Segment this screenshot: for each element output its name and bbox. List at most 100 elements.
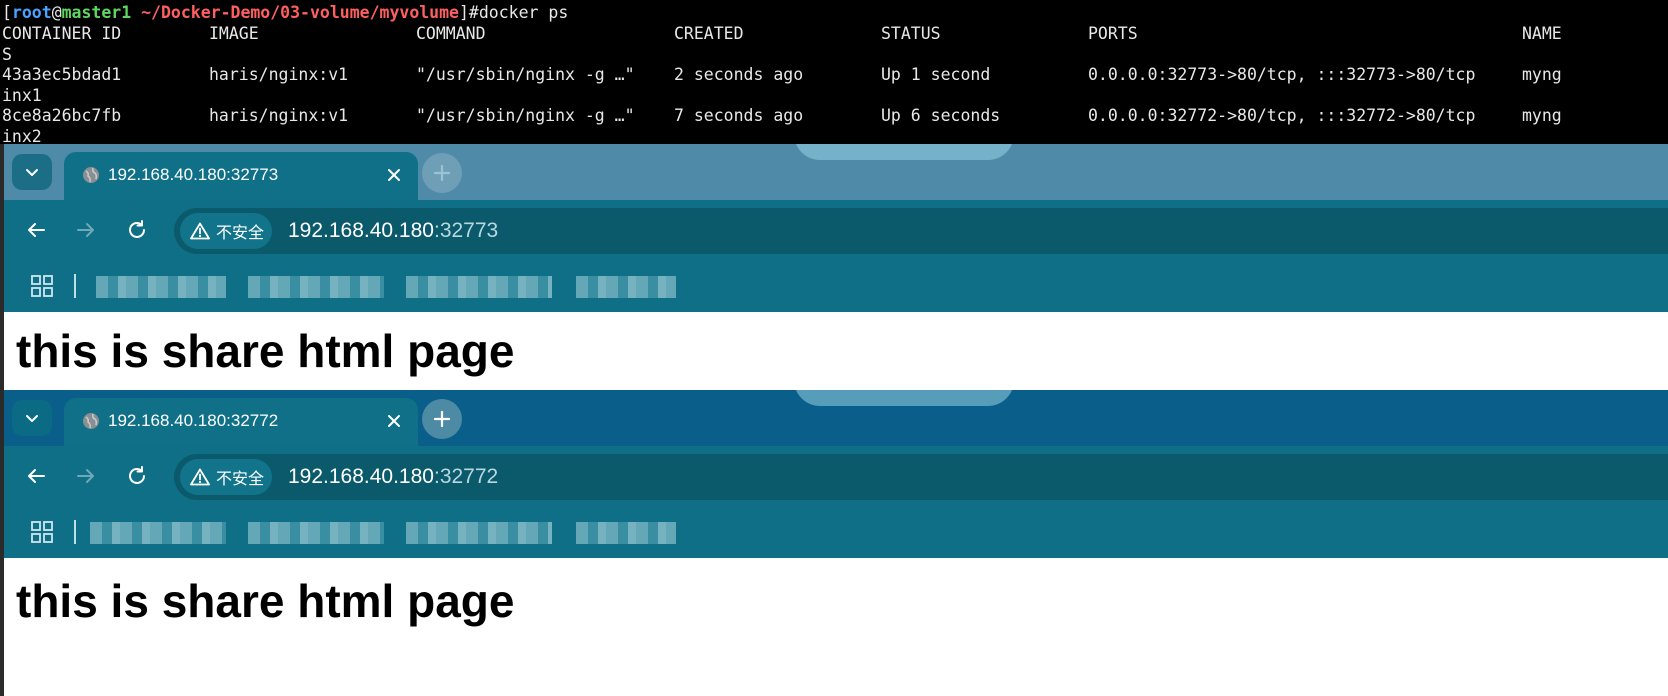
apps-grid-icon[interactable] <box>30 520 54 544</box>
row1-command: "/usr/sbin/nginx -g …" <box>416 65 635 84</box>
row2-container-id: 8ce8a26bc7fb <box>2 106 122 125</box>
prompt-host: master1 <box>61 3 132 22</box>
header-created: CREATED <box>674 24 744 43</box>
tab-strip: 192.168.40.180:32773 <box>4 144 1668 200</box>
security-chip[interactable]: 不安全 <box>180 459 272 495</box>
url-text[interactable]: 192.168.40.180:32773 <box>288 208 498 254</box>
apps-grid-icon[interactable] <box>30 274 54 298</box>
arrow-right-icon <box>77 469 94 483</box>
tab-search-button[interactable] <box>12 154 52 190</box>
url-port: :32773 <box>433 219 499 242</box>
close-icon <box>388 415 400 427</box>
row1-container-id: 43a3ec5bdad1 <box>2 65 122 84</box>
bookmarks-bar <box>4 506 1668 558</box>
tab-strip: 192.168.40.180:32772 <box>4 390 1668 446</box>
terminal-window[interactable]: [root@master1 ~/Docker-Demo/03-volume/my… <box>0 0 1668 156</box>
reload-icon <box>129 466 145 484</box>
url-host: 192.168.40.180 <box>288 465 434 488</box>
prompt-user: root <box>11 3 52 22</box>
url-text[interactable]: 192.168.40.180:32772 <box>288 454 498 500</box>
reload-button[interactable] <box>122 461 152 491</box>
row2-status: Up 6 seconds <box>881 106 1001 125</box>
row1-image: haris/nginx:v1 <box>209 65 349 84</box>
back-button[interactable] <box>21 461 51 491</box>
row2-image: haris/nginx:v1 <box>209 106 349 125</box>
forward-button[interactable] <box>71 215 101 245</box>
row2-name: myng <box>1522 106 1562 125</box>
page-content: this is share html page <box>4 312 1668 392</box>
row1-created: 2 seconds ago <box>674 65 804 84</box>
prompt-open-bracket: [ <box>2 3 12 22</box>
header-container-id: CONTAINER ID <box>2 24 122 43</box>
bookmark-item[interactable] <box>96 276 226 298</box>
tab-title: 192.168.40.180:32772 <box>108 411 279 430</box>
prompt-close-bracket: ]# <box>459 3 479 22</box>
tab-close-button[interactable] <box>384 165 404 185</box>
address-bar[interactable]: 不安全 192.168.40.180:32773 <box>174 208 1668 254</box>
tab-close-button[interactable] <box>384 411 404 431</box>
security-label: 不安全 <box>216 223 265 242</box>
row1-name: myng <box>1522 65 1562 84</box>
chevron-down-icon <box>26 169 38 176</box>
security-label: 不安全 <box>216 469 265 488</box>
page-heading: this is share html page <box>16 325 515 377</box>
prompt-at: @ <box>51 3 62 22</box>
tab-active[interactable]: 192.168.40.180:32773 <box>64 152 418 200</box>
bookmarks-separator <box>74 274 76 298</box>
tab-title: 192.168.40.180:32773 <box>108 165 279 184</box>
header-ports: PORTS <box>1088 24 1138 43</box>
security-chip[interactable]: 不安全 <box>180 213 272 249</box>
browser-window-1[interactable]: 192.168.40.180:32773 不安全 192.168.40.180:… <box>4 144 1668 392</box>
bookmark-item[interactable] <box>248 522 384 544</box>
bookmark-item[interactable] <box>248 276 384 298</box>
bookmarks-separator <box>74 520 76 544</box>
warning-icon <box>190 222 210 240</box>
row1-status: Up 1 second <box>881 65 991 84</box>
url-port: :32772 <box>433 465 499 488</box>
new-tab-button[interactable] <box>422 399 462 439</box>
theme-decoration <box>794 390 1014 406</box>
arrow-right-icon <box>77 223 94 237</box>
row2-command: "/usr/sbin/nginx -g …" <box>416 106 635 125</box>
header-names: NAME <box>1522 24 1562 43</box>
arrow-left-icon <box>28 223 45 237</box>
row1-name-wrap: inx1 <box>2 86 42 105</box>
plus-icon <box>433 164 451 182</box>
prompt-command: docker ps <box>478 3 569 22</box>
toolbar: 不安全 192.168.40.180:32772 <box>4 446 1668 506</box>
bookmark-item[interactable] <box>576 276 676 298</box>
theme-decoration <box>794 144 1014 160</box>
bookmark-item[interactable] <box>90 522 226 544</box>
toolbar: 不安全 192.168.40.180:32773 <box>4 200 1668 260</box>
page-heading: this is share html page <box>16 575 515 627</box>
globe-icon <box>83 167 99 183</box>
browser-window-2[interactable]: 192.168.40.180:32772 不安全 192.168.40.180:… <box>4 390 1668 696</box>
arrow-left-icon <box>28 469 45 483</box>
bookmarks-bar <box>4 260 1668 312</box>
page-content: this is share html page <box>4 558 1668 696</box>
tab-active[interactable]: 192.168.40.180:32772 <box>64 398 418 446</box>
header-command: COMMAND <box>416 24 486 43</box>
bookmark-item[interactable] <box>406 522 552 544</box>
plus-icon <box>433 410 451 428</box>
terminal-prompt-line: [root@master1 ~/Docker-Demo/03-volume/my… <box>2 2 568 24</box>
row2-ports: 0.0.0.0:32772->80/tcp, :::32772->80/tcp <box>1088 106 1476 125</box>
reload-icon <box>129 220 145 238</box>
address-bar[interactable]: 不安全 192.168.40.180:32772 <box>174 454 1668 500</box>
new-tab-button[interactable] <box>422 153 462 193</box>
row2-created: 7 seconds ago <box>674 106 804 125</box>
header-image: IMAGE <box>209 24 259 43</box>
warning-icon <box>190 468 210 486</box>
tab-search-button[interactable] <box>12 400 52 436</box>
prompt-path: ~/Docker-Demo/03-volume/myvolume <box>131 3 459 22</box>
forward-button[interactable] <box>71 461 101 491</box>
row1-ports: 0.0.0.0:32773->80/tcp, :::32773->80/tcp <box>1088 65 1476 84</box>
reload-button[interactable] <box>122 215 152 245</box>
back-button[interactable] <box>21 215 51 245</box>
globe-icon <box>83 413 99 429</box>
url-host: 192.168.40.180 <box>288 219 434 242</box>
header-status: STATUS <box>881 24 941 43</box>
bookmark-item[interactable] <box>406 276 552 298</box>
close-icon <box>388 169 400 181</box>
bookmark-item[interactable] <box>576 522 676 544</box>
